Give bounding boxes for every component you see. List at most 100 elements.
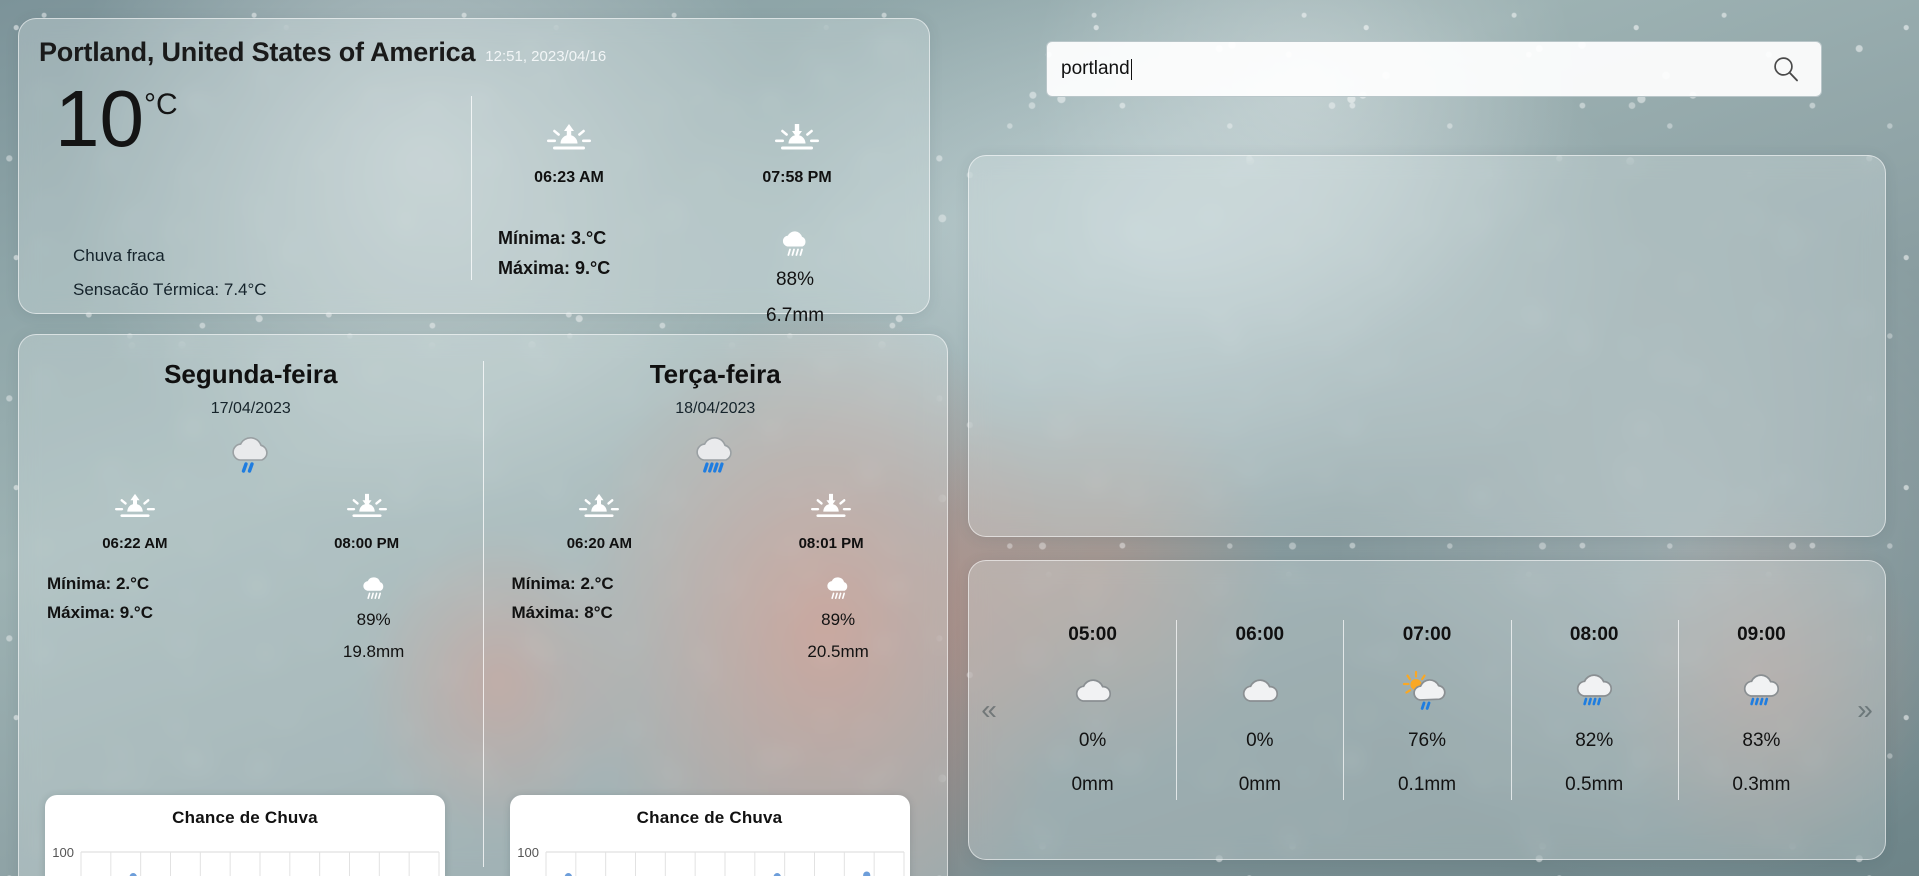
search-input[interactable]: portland — [1047, 58, 1771, 80]
rain-cloud-icon — [359, 577, 389, 607]
hourly-prev-button[interactable]: « — [969, 694, 1009, 726]
sun-cloud-rain-icon — [1343, 668, 1510, 714]
forecast-max-temp: Máxima: 8°C — [511, 603, 613, 622]
forecast-precip-amount: 19.8mm — [342, 642, 405, 661]
forecast-day: Terça-feira 18/04/2023 06:20 AM 08:01 PM… — [484, 335, 948, 876]
sunset-icon — [346, 493, 387, 527]
hourly-amount: 0.1mm — [1397, 774, 1457, 795]
forecast-precipitation-block: 89% 19.8mm — [265, 574, 483, 662]
rain-cloud-icon — [778, 231, 812, 264]
current-precipitation-block: 88% 6.7mm — [720, 228, 870, 327]
current-timestamp: 12:51, 2023/04/16 — [485, 48, 607, 65]
hourly-chance: 76% — [1407, 730, 1447, 751]
forecast-precip-chance: 89% — [356, 610, 391, 629]
chart-plot: 20406080100 — [45, 838, 445, 876]
forecast-sunrise-block: 06:20 AM — [484, 492, 716, 552]
hourly-amount: 0mm — [1238, 774, 1281, 795]
sunset-block: 07:58 PM — [722, 122, 872, 187]
rain-cloud-icon — [823, 577, 853, 607]
search-input-text: portland — [1061, 58, 1130, 79]
forecast-precip-chance: 89% — [821, 610, 856, 629]
hourly-column[interactable]: 09:00 83% 0.3mm — [1677, 614, 1845, 806]
forecast-day-date: 17/04/2023 — [210, 400, 291, 417]
hourly-column[interactable]: 05:00 0% 0mm — [1009, 614, 1176, 806]
forecast-precipitation-block: 89% 20.5mm — [729, 574, 947, 662]
cloud-rain-icon — [1511, 668, 1678, 714]
sunrise-icon — [114, 493, 155, 527]
current-temperature-section: 10 °C Chuva fraca Sensacão Térmica: 7.4°… — [19, 68, 471, 306]
hourly-time: 06:00 — [1235, 624, 1285, 645]
current-temperature-value: 10 — [55, 74, 144, 163]
current-precip-amount: 6.7mm — [765, 305, 825, 326]
sunset-icon — [775, 124, 819, 160]
forecast-day-name: Segunda-feira — [164, 359, 338, 389]
forecast-day-date: 18/04/2023 — [675, 400, 756, 417]
rain-chance-chart-panel: Chance de Chuva 20406080100 — [509, 795, 910, 876]
hourly-amount: 0.5mm — [1565, 774, 1624, 795]
hourly-chance: 0% — [1246, 730, 1274, 751]
forecast-sun-row: 06:20 AM 08:01 PM — [484, 492, 948, 552]
forecast-day: Segunda-feira 17/04/2023 06:22 AM 08:00 … — [19, 335, 483, 876]
forecast-stats-row: Mínima: 2.°C Máxima: 9.°C 89% 19.8mm — [19, 574, 483, 662]
daily-forecast-card: Segunda-feira 17/04/2023 06:22 AM 08:00 … — [18, 334, 948, 876]
map-panel[interactable] — [968, 155, 1886, 537]
sunrise-icon — [547, 124, 591, 160]
forecast-sunrise-block: 06:22 AM — [19, 492, 251, 552]
temperature-row: 10 °C — [19, 68, 471, 163]
cloud-rain-icon — [19, 430, 483, 478]
forecast-minmax-block: Mínima: 2.°C Máxima: 9.°C — [19, 574, 265, 662]
weather-app: Portland, United States of America 12:51… — [0, 0, 1919, 876]
hourly-chance: 0% — [1078, 730, 1107, 751]
cloud-rain-icon — [1678, 668, 1845, 714]
forecast-precip-amount: 20.5mm — [807, 642, 869, 661]
chart-title: Chance de Chuva — [172, 808, 318, 827]
hourly-column[interactable]: 08:00 82% 0.5mm — [1510, 614, 1678, 806]
current-precip-chance: 88% — [775, 269, 815, 290]
sunrise-icon — [579, 493, 620, 527]
current-details-section: 06:23 AM 07:58 PM Mínima: 3.°C Máxima: 9… — [472, 68, 929, 326]
forecast-sunset-time: 08:01 PM — [798, 535, 864, 552]
current-body: 10 °C Chuva fraca Sensacão Térmica: 7.4°… — [19, 68, 929, 326]
current-conditions-card: Portland, United States of America 12:51… — [18, 18, 930, 326]
cloud-icon — [1009, 668, 1176, 714]
svg-text:100: 100 — [52, 845, 74, 860]
forecast-min-temp: Mínima: 2.°C — [47, 574, 150, 593]
hourly-chance: 82% — [1575, 730, 1614, 751]
forecast-min-temp: Mínima: 2.°C — [511, 574, 614, 593]
current-city-name: Portland, United States of America — [39, 37, 476, 67]
forecast-sunrise-time: 06:22 AM — [102, 535, 168, 552]
current-header: Portland, United States of America 12:51… — [19, 19, 929, 68]
hourly-amount: 0.3mm — [1732, 774, 1791, 795]
hourly-time: 05:00 — [1068, 624, 1117, 645]
hourly-time: 07:00 — [1402, 624, 1452, 645]
rain-chance-chart-panel: Chance de Chuva 20406080100 — [45, 795, 445, 876]
forecast-sunset-block: 08:00 PM — [251, 492, 483, 552]
city-search-box[interactable]: portland — [1046, 41, 1822, 97]
hourly-column[interactable]: 07:00 76% 0.1mm — [1343, 614, 1510, 806]
current-feels-like-text: Sensacão Térmica: 7.4°C — [73, 280, 267, 299]
current-max-temp: Máxima: 9.°C — [498, 258, 611, 278]
sunrise-time: 06:23 AM — [534, 169, 604, 186]
hourly-columns-track: 05:00 0% 0mm 06:00 0% 0mm 07:00 76% 0.1m… — [1009, 561, 1845, 859]
hourly-time: 09:00 — [1737, 624, 1786, 645]
hourly-column[interactable]: 06:00 0% 0mm — [1176, 614, 1343, 806]
hourly-amount: 0mm — [1071, 774, 1114, 795]
text-caret — [1130, 58, 1132, 80]
chart-title: Chance de Chuva — [636, 808, 783, 827]
forecast-sunset-time: 08:00 PM — [334, 535, 400, 552]
sunset-icon — [811, 493, 852, 527]
chart-plot: 20406080100 — [510, 838, 910, 876]
hourly-time: 08:00 — [1569, 624, 1619, 645]
hourly-chance: 83% — [1742, 730, 1781, 751]
search-icon[interactable] — [1771, 54, 1821, 84]
forecast-max-temp: Máxima: 9.°C — [47, 603, 154, 622]
cloud-rain-icon — [484, 430, 948, 478]
forecast-day-name: Terça-feira — [649, 359, 781, 389]
forecast-sunrise-time: 06:20 AM — [566, 535, 633, 552]
hourly-next-button[interactable]: » — [1845, 694, 1885, 726]
cloud-icon — [1176, 668, 1343, 714]
svg-text:100: 100 — [517, 845, 539, 860]
sunrise-block: 06:23 AM — [494, 122, 644, 187]
current-temperature-unit: °C — [143, 88, 178, 121]
current-min-temp: Mínima: 3.°C — [498, 228, 607, 248]
